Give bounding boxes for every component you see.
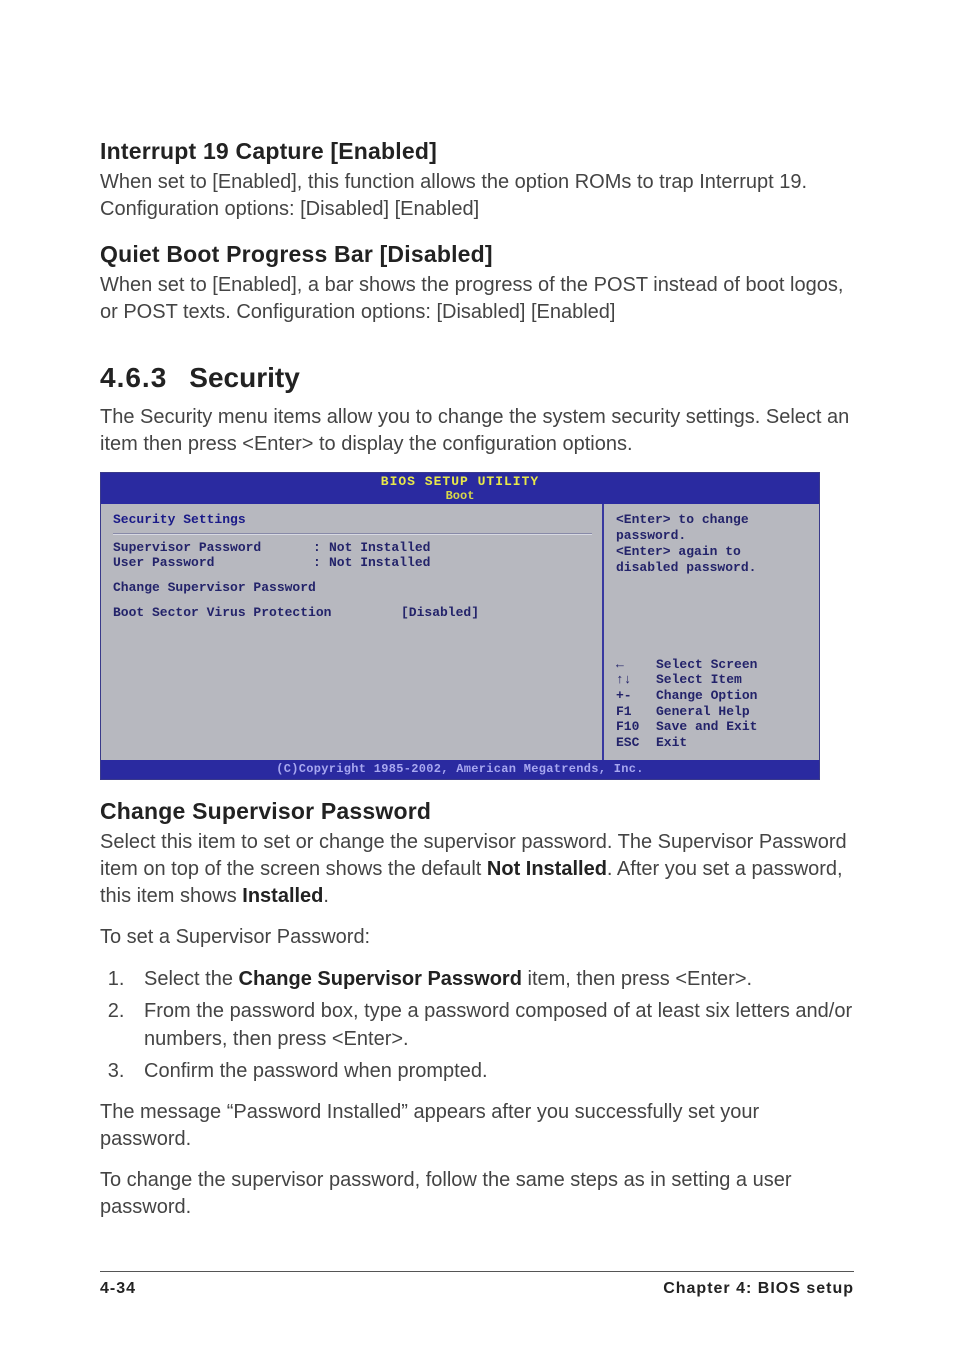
heading-quietboot: Quiet Boot Progress Bar [Disabled] [100, 241, 854, 268]
bios-body: Security Settings Supervisor Password : … [101, 504, 819, 761]
bios-title-line1: BIOS SETUP UTILITY [101, 475, 819, 490]
bios-titlebar: BIOS SETUP UTILITY Boot [101, 473, 819, 504]
bios-change-supervisor-item[interactable]: Change Supervisor Password [113, 580, 592, 595]
body-quietboot: When set to [Enabled], a bar shows the p… [100, 272, 854, 326]
bios-bootsector-label: Boot Sector Virus Protection [113, 605, 401, 620]
bios-help-text: <Enter> to change password. <Enter> agai… [616, 512, 809, 577]
bios-right-pane: <Enter> to change password. <Enter> agai… [604, 504, 819, 761]
bios-user-label: User Password [113, 555, 313, 570]
bios-nav-help: ← Select Screen ↑↓ Select Item +- Change… [616, 657, 809, 751]
bios-bootsector-value: [Disabled] [401, 605, 479, 620]
text-bold-not-installed: Not Installed [487, 858, 607, 880]
bios-bootsector-row[interactable]: Boot Sector Virus Protection [Disabled] [113, 605, 592, 620]
step-2: From the password box, type a password c… [130, 997, 854, 1053]
nav-row-select-screen: ← Select Screen [616, 657, 809, 673]
text-bold-installed: Installed [242, 885, 323, 907]
text: item, then press <Enter>. [522, 968, 752, 990]
page-number: 4-34 [100, 1280, 136, 1298]
body-interrupt19: When set to [Enabled], this function all… [100, 169, 854, 223]
nav-desc: Select Item [656, 672, 809, 688]
bios-divider [113, 533, 592, 534]
key-f10: F10 [616, 719, 656, 735]
bios-left-pane: Security Settings Supervisor Password : … [101, 504, 604, 761]
text: Select the [144, 968, 239, 990]
section-title: Security [189, 362, 300, 393]
nav-desc: Select Screen [656, 657, 809, 673]
body-change-pw-1: Select this item to set or change the su… [100, 829, 854, 910]
body-security-intro: The Security menu items allow you to cha… [100, 404, 854, 458]
document-page: Interrupt 19 Capture [Enabled] When set … [0, 0, 954, 1338]
nav-row-exit: ESC Exit [616, 735, 809, 751]
nav-desc: Change Option [656, 688, 809, 704]
bios-copyright: (C)Copyright 1985-2002, American Megatre… [101, 760, 819, 779]
nav-desc: Save and Exit [656, 719, 809, 735]
steps-list: Select the Change Supervisor Password it… [100, 965, 854, 1085]
text-bold-change-supervisor: Change Supervisor Password [239, 968, 522, 990]
bios-row-user: User Password : Not Installed [113, 555, 592, 570]
bios-supervisor-value: Not Installed [329, 540, 592, 555]
nav-desc: General Help [656, 704, 809, 720]
heading-interrupt19: Interrupt 19 Capture [Enabled] [100, 138, 854, 165]
page-footer: 4-34 Chapter 4: BIOS setup [100, 1271, 854, 1298]
text: . [323, 885, 329, 907]
heading-security: 4.6.3 Security [100, 362, 854, 394]
key-esc: ESC [616, 735, 656, 751]
bios-screenshot: BIOS SETUP UTILITY Boot Security Setting… [100, 472, 820, 780]
arrow-updown-icon: ↑↓ [616, 672, 656, 688]
body-change-pw-4: To change the supervisor password, follo… [100, 1167, 854, 1221]
bios-title-line2: Boot [101, 490, 819, 504]
bios-user-value: Not Installed [329, 555, 592, 570]
plusminus-icon: +- [616, 688, 656, 704]
nav-desc: Exit [656, 735, 809, 751]
arrow-left-icon: ← [616, 657, 656, 673]
nav-row-change-option: +- Change Option [616, 688, 809, 704]
body-change-pw-3: The message “Password Installed” appears… [100, 1099, 854, 1153]
section-number: 4.6.3 [100, 362, 167, 394]
nav-row-general-help: F1 General Help [616, 704, 809, 720]
key-f1: F1 [616, 704, 656, 720]
nav-row-save-exit: F10 Save and Exit [616, 719, 809, 735]
bios-row-supervisor: Supervisor Password : Not Installed [113, 540, 592, 555]
bios-sep: : [313, 555, 329, 570]
step-3: Confirm the password when prompted. [130, 1057, 854, 1085]
step-1: Select the Change Supervisor Password it… [130, 965, 854, 993]
heading-change-supervisor-password: Change Supervisor Password [100, 798, 854, 825]
body-change-pw-2: To set a Supervisor Password: [100, 924, 854, 951]
chapter-label: Chapter 4: BIOS setup [663, 1280, 854, 1298]
nav-row-select-item: ↑↓ Select Item [616, 672, 809, 688]
bios-sep: : [313, 540, 329, 555]
bios-section-title: Security Settings [113, 512, 592, 527]
bios-supervisor-label: Supervisor Password [113, 540, 313, 555]
